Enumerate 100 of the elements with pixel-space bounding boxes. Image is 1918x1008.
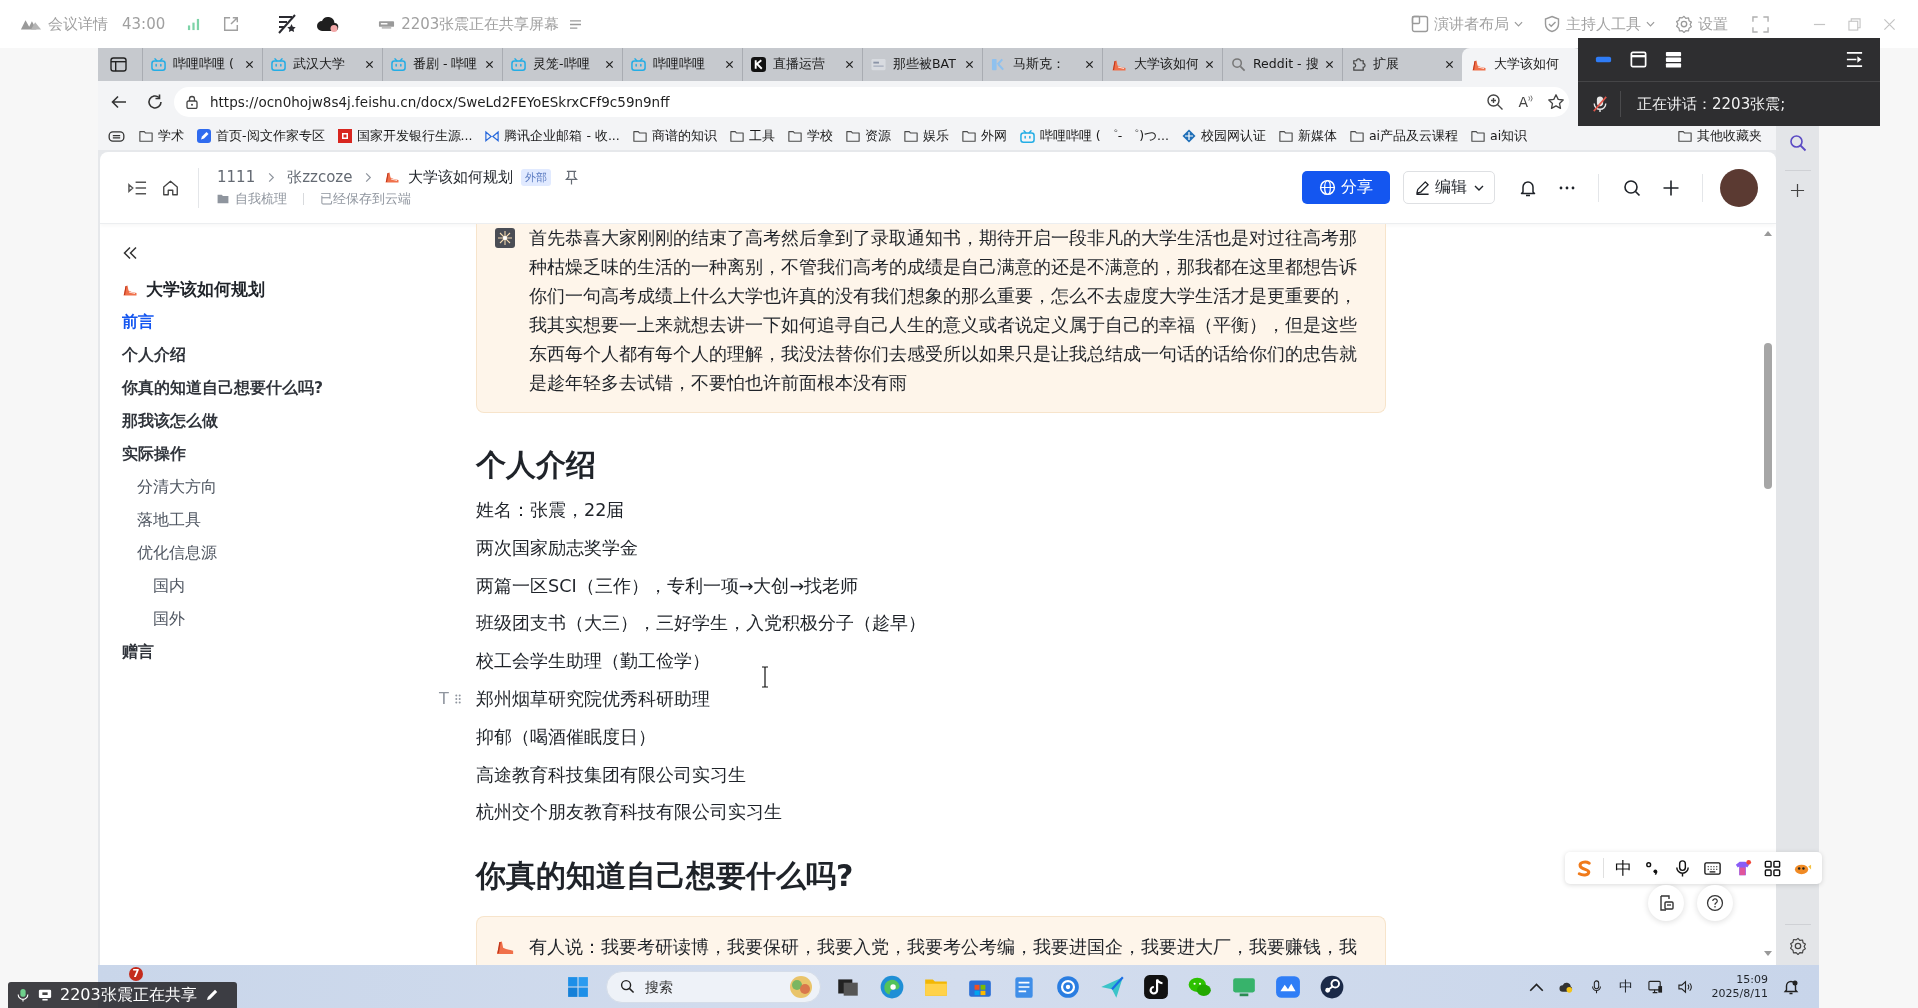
- ime-logo-icon[interactable]: [1575, 858, 1594, 878]
- browser-tab[interactable]: 灵笼-哔哩: [502, 48, 622, 81]
- close-icon[interactable]: [605, 60, 614, 69]
- microphone-icon[interactable]: [1673, 858, 1692, 878]
- browser-tab[interactable]: Reddit - 搜: [1222, 48, 1342, 81]
- outline-item[interactable]: 国内: [153, 570, 185, 603]
- window-icon[interactable]: [1629, 50, 1648, 69]
- bookmark-item[interactable]: 其他收藏夹: [1678, 127, 1762, 145]
- microphone-icon[interactable]: [16, 988, 30, 1002]
- close-icon[interactable]: [485, 60, 494, 69]
- breadcrumb-link[interactable]: 张zzcoze: [287, 167, 353, 187]
- avatar[interactable]: [1720, 168, 1758, 207]
- breadcrumb-link[interactable]: 1111: [217, 168, 256, 186]
- bookmark-item[interactable]: 外网: [961, 127, 1007, 145]
- bookmark-item[interactable]: ai产品及云课程: [1349, 127, 1459, 145]
- bookmark-item[interactable]: 首页-阅文作家专区: [197, 127, 325, 145]
- plus-icon[interactable]: [1790, 183, 1805, 198]
- clock-time[interactable]: 15:09: [1736, 972, 1768, 987]
- bookmark-item[interactable]: 学校: [787, 127, 833, 145]
- windows-logo-icon[interactable]: [567, 975, 589, 998]
- outline-item[interactable]: 落地工具: [137, 504, 201, 537]
- bookmark-item[interactable]: 资源: [845, 127, 891, 145]
- bookmark-item[interactable]: 商谱的知识: [632, 127, 717, 145]
- star-icon[interactable]: [1547, 92, 1565, 111]
- share-button[interactable]: 分享: [1302, 171, 1390, 204]
- mountain-app-icon[interactable]: [1275, 973, 1301, 1000]
- home-icon[interactable]: [161, 178, 180, 197]
- browser-tab[interactable]: 大学该如何: [1102, 48, 1222, 81]
- outline-item[interactable]: 实际操作: [122, 438, 186, 471]
- read-aloud-button[interactable]: A: [1518, 93, 1533, 110]
- close-icon[interactable]: [965, 60, 974, 69]
- music-note-icon[interactable]: [1143, 973, 1169, 1000]
- bookmark-item[interactable]: 娱乐: [903, 127, 949, 145]
- bookmark-item[interactable]: 国家开发银行生源...: [337, 127, 473, 145]
- cloud-record-icon[interactable]: [316, 15, 341, 33]
- browser-tab[interactable]: 武汉大学: [262, 48, 382, 81]
- scrollbar-thumb[interactable]: [1764, 343, 1772, 489]
- muted-microphone-icon[interactable]: [1592, 95, 1608, 113]
- address-field[interactable]: https://ocn0hojw8s4j.feishu.cn/docx/SweLd2FEYoESkrxCFf9c59n9nff A: [174, 86, 1569, 117]
- clock-date[interactable]: 2025/8/11: [1711, 986, 1768, 1001]
- bookmark-item[interactable]: 腾讯企业邮箱 - 收...: [485, 127, 620, 145]
- outline-item[interactable]: 你真的知道自己想要什么吗?: [122, 372, 323, 405]
- collapse-icon[interactable]: [122, 246, 138, 260]
- outline-item[interactable]: 前言: [122, 306, 154, 339]
- close-icon[interactable]: [1205, 60, 1214, 69]
- share-out-icon[interactable]: [222, 15, 241, 33]
- doc-title[interactable]: 大学该如何规划: [408, 167, 514, 187]
- notification-icon[interactable]: [1783, 978, 1799, 995]
- shirt-icon[interactable]: [1733, 858, 1752, 878]
- zoom-in-icon[interactable]: [1486, 92, 1505, 111]
- outline-item[interactable]: 分清大方向: [137, 471, 217, 504]
- bookmark-item[interactable]: 工具: [729, 127, 775, 145]
- drag-handle-icon[interactable]: [454, 694, 461, 704]
- scroll-down-icon[interactable]: [1763, 950, 1773, 957]
- bookmark-item[interactable]: 校园网认证: [1181, 127, 1266, 145]
- settings-icon[interactable]: [1788, 937, 1807, 955]
- browser-tab[interactable]: 番剧 - 哔哩: [382, 48, 502, 81]
- bookmark-item[interactable]: 新媒体: [1278, 127, 1337, 145]
- close-icon[interactable]: [1085, 60, 1094, 69]
- search-icon[interactable]: [1623, 178, 1641, 197]
- outline-item[interactable]: 赠言: [122, 636, 154, 669]
- search-field[interactable]: 搜索: [606, 970, 821, 1003]
- bell-icon[interactable]: [1519, 178, 1537, 197]
- grid-icon[interactable]: [1763, 858, 1782, 878]
- browser-tab[interactable]: 马斯克：: [982, 48, 1102, 81]
- menu-icon[interactable]: [569, 18, 583, 30]
- close-icon[interactable]: [245, 60, 254, 69]
- speaker-icon[interactable]: [1677, 979, 1693, 994]
- browser-tab[interactable]: 那些被BAT: [862, 48, 982, 81]
- screen-icon[interactable]: [38, 988, 52, 1002]
- edit-button[interactable]: 编辑: [1403, 171, 1495, 204]
- input-method-indicator[interactable]: 中: [1618, 977, 1633, 996]
- bookmark-item[interactable]: 学术: [139, 127, 184, 145]
- close-icon[interactable]: [365, 60, 374, 69]
- outline-title[interactable]: 大学该如何规划: [146, 279, 265, 301]
- input-mode-toggle[interactable]: 中: [1615, 856, 1632, 880]
- bookmark-item[interactable]: 哔哩哔哩 ( ゜- ゜)つ...: [1019, 127, 1169, 145]
- browser-tab[interactable]: 哔哩哔哩: [622, 48, 742, 81]
- close-icon[interactable]: [725, 60, 734, 69]
- monitor-icon[interactable]: [1647, 979, 1663, 994]
- close-icon[interactable]: [1325, 60, 1334, 69]
- outline-item[interactable]: 个人介绍: [122, 339, 186, 372]
- browser-tab[interactable]: 直播运营: [742, 48, 862, 81]
- pencil-icon[interactable]: [204, 988, 219, 1002]
- outline-item[interactable]: 那我该怎么做: [122, 405, 218, 438]
- close-icon[interactable]: [845, 60, 854, 69]
- collections-icon[interactable]: [108, 130, 125, 142]
- outline-item[interactable]: 优化信息源: [137, 537, 217, 570]
- plus-icon[interactable]: [1662, 178, 1680, 197]
- reload-icon[interactable]: [146, 92, 164, 111]
- bookmark-item[interactable]: ai知识: [1471, 127, 1528, 145]
- browser-tab[interactable]: 哔哩哔哩 (: [142, 48, 262, 81]
- scroll-up-icon[interactable]: [1763, 230, 1773, 237]
- stack-icon[interactable]: [1664, 50, 1683, 69]
- round-app-icon[interactable]: [1319, 973, 1345, 1000]
- pin-icon[interactable]: [565, 169, 579, 185]
- outline-item[interactable]: 国外: [153, 603, 185, 636]
- sidebar-toggle-icon[interactable]: [110, 57, 127, 72]
- annotation-off-icon[interactable]: [276, 13, 299, 35]
- close-icon[interactable]: [1445, 60, 1454, 69]
